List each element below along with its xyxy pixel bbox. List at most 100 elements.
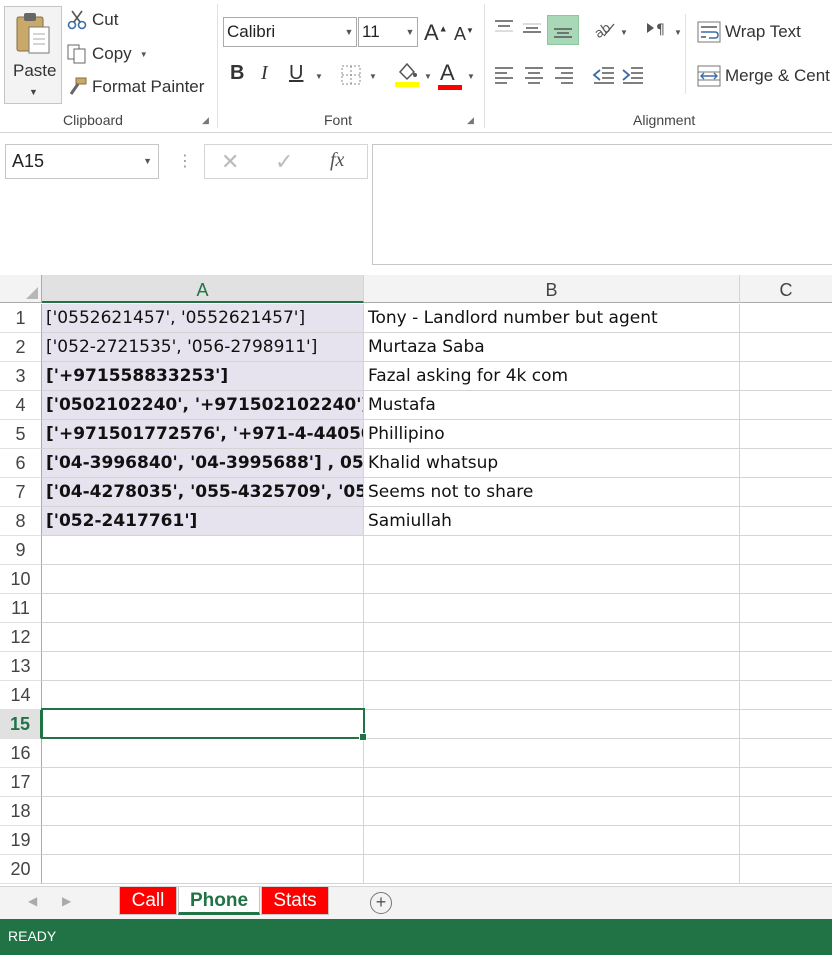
enter-icon[interactable]: ✓ — [275, 149, 293, 175]
row-header[interactable]: 3 — [0, 362, 42, 391]
cell-c12[interactable] — [740, 623, 832, 652]
cell-c5[interactable] — [740, 420, 832, 449]
row-header[interactable]: 10 — [0, 565, 42, 594]
cell-c8[interactable] — [740, 507, 832, 536]
cell-b20[interactable] — [364, 855, 740, 884]
row-header[interactable]: 5 — [0, 420, 42, 449]
row-header[interactable]: 16 — [0, 739, 42, 768]
cell-a18[interactable] — [42, 797, 364, 826]
cell-c6[interactable] — [740, 449, 832, 478]
middle-align-icon[interactable] — [521, 18, 543, 38]
row-header[interactable]: 19 — [0, 826, 42, 855]
cell-b3[interactable]: Fazal asking for 4k com — [364, 362, 740, 391]
cell-b12[interactable] — [364, 623, 740, 652]
row-header[interactable]: 15 — [0, 710, 42, 739]
row-header[interactable]: 8 — [0, 507, 42, 536]
cell-b9[interactable] — [364, 536, 740, 565]
cell-b17[interactable] — [364, 768, 740, 797]
row-header[interactable]: 13 — [0, 652, 42, 681]
paste-button[interactable]: Paste ▼ — [4, 6, 62, 104]
cell-a1[interactable]: ['0552621457', '0552621457'] — [42, 304, 364, 333]
cell-c2[interactable] — [740, 333, 832, 362]
top-align-icon[interactable] — [493, 18, 515, 38]
cell-c7[interactable] — [740, 478, 832, 507]
cell-a20[interactable] — [42, 855, 364, 884]
cell-a17[interactable] — [42, 768, 364, 797]
cell-b18[interactable] — [364, 797, 740, 826]
row-header[interactable]: 7 — [0, 478, 42, 507]
cell-c9[interactable] — [740, 536, 832, 565]
cell-c20[interactable] — [740, 855, 832, 884]
cell-b16[interactable] — [364, 739, 740, 768]
wrap-text-button[interactable]: Wrap Text — [697, 21, 801, 43]
cut-button[interactable]: Cut — [66, 9, 118, 31]
cell-a2[interactable]: ['052-2721535', '056-2798911'] — [42, 333, 364, 362]
cell-c11[interactable] — [740, 594, 832, 623]
text-direction-icon[interactable]: ¶ — [645, 18, 669, 40]
cell-b15[interactable] — [364, 710, 740, 739]
cell-a5[interactable]: ['+971501772576', '+971-4-4405065 — [42, 420, 364, 449]
chevron-down-icon[interactable]: ▼ — [140, 50, 148, 59]
italic-button[interactable]: I — [261, 62, 268, 85]
cell-b1[interactable]: Tony - Landlord number but agent — [364, 304, 740, 333]
cell-b13[interactable] — [364, 652, 740, 681]
cell-b2[interactable]: Murtaza Saba — [364, 333, 740, 362]
cancel-icon[interactable]: ✕ — [221, 149, 239, 175]
cell-c13[interactable] — [740, 652, 832, 681]
row-header[interactable]: 17 — [0, 768, 42, 797]
cell-c4[interactable] — [740, 391, 832, 420]
align-left-icon[interactable] — [493, 64, 515, 86]
cell-a7[interactable]: ['04-4278035', '055-4325709', '055- — [42, 478, 364, 507]
cell-a8[interactable]: ['052-2417761'] — [42, 507, 364, 536]
scroll-tabs-left-icon[interactable]: ◀ — [28, 894, 37, 908]
cell-c1[interactable] — [740, 304, 832, 333]
cell-a10[interactable] — [42, 565, 364, 594]
cell-b5[interactable]: Phillipino — [364, 420, 740, 449]
shrink-font-button[interactable]: A▼ — [454, 24, 474, 45]
sheet-tab-stats[interactable]: Stats — [261, 887, 329, 915]
add-sheet-button[interactable]: + — [370, 892, 392, 914]
dialog-launcher-icon[interactable]: ◢ — [202, 115, 212, 125]
cell-a4[interactable]: ['0502102240', '+971502102240'] — [42, 391, 364, 420]
insert-function-icon[interactable]: fx — [330, 149, 344, 172]
borders-icon[interactable] — [340, 64, 362, 86]
chevron-down-icon[interactable]: ▼ — [143, 145, 152, 178]
cell-a16[interactable] — [42, 739, 364, 768]
cell-a15[interactable] — [42, 710, 364, 739]
chevron-down-icon[interactable]: ▼ — [467, 72, 475, 81]
align-center-icon[interactable] — [523, 64, 545, 86]
format-painter-button[interactable]: Format Painter — [66, 76, 204, 98]
row-header[interactable]: 2 — [0, 333, 42, 362]
cell-a12[interactable] — [42, 623, 364, 652]
row-header[interactable]: 18 — [0, 797, 42, 826]
column-header-a[interactable]: A — [42, 275, 364, 303]
row-header[interactable]: 6 — [0, 449, 42, 478]
merge-center-button[interactable]: Merge & Cent — [697, 65, 830, 87]
column-header-c[interactable]: C — [740, 275, 832, 303]
more-options-icon[interactable]: ⋮ — [177, 151, 193, 171]
cell-a19[interactable] — [42, 826, 364, 855]
sheet-tab-phone[interactable]: Phone — [178, 887, 260, 915]
grow-font-button[interactable]: A▲ — [424, 20, 448, 46]
cell-a6[interactable]: ['04-3996840', '04-3995688'] , 0553 — [42, 449, 364, 478]
copy-button[interactable]: Copy ▼ — [66, 43, 148, 65]
row-header[interactable]: 4 — [0, 391, 42, 420]
chevron-down-icon[interactable]: ▼ — [424, 72, 432, 81]
cell-c3[interactable] — [740, 362, 832, 391]
cell-a9[interactable] — [42, 536, 364, 565]
chevron-down-icon[interactable]: ▼ — [369, 72, 377, 81]
formula-input[interactable] — [372, 144, 832, 265]
cell-a14[interactable] — [42, 681, 364, 710]
chevron-down-icon[interactable]: ▼ — [620, 28, 628, 37]
cell-c19[interactable] — [740, 826, 832, 855]
align-right-icon[interactable] — [553, 64, 575, 86]
cell-c16[interactable] — [740, 739, 832, 768]
font-color-button[interactable]: A — [438, 60, 462, 90]
cell-b4[interactable]: Mustafa — [364, 391, 740, 420]
cell-a11[interactable] — [42, 594, 364, 623]
cell-b19[interactable] — [364, 826, 740, 855]
bold-button[interactable]: B — [230, 62, 244, 85]
font-name-select[interactable]: Calibri ▼ — [223, 17, 357, 47]
chevron-down-icon[interactable]: ▼ — [315, 72, 323, 81]
underline-button[interactable]: U — [289, 62, 303, 85]
